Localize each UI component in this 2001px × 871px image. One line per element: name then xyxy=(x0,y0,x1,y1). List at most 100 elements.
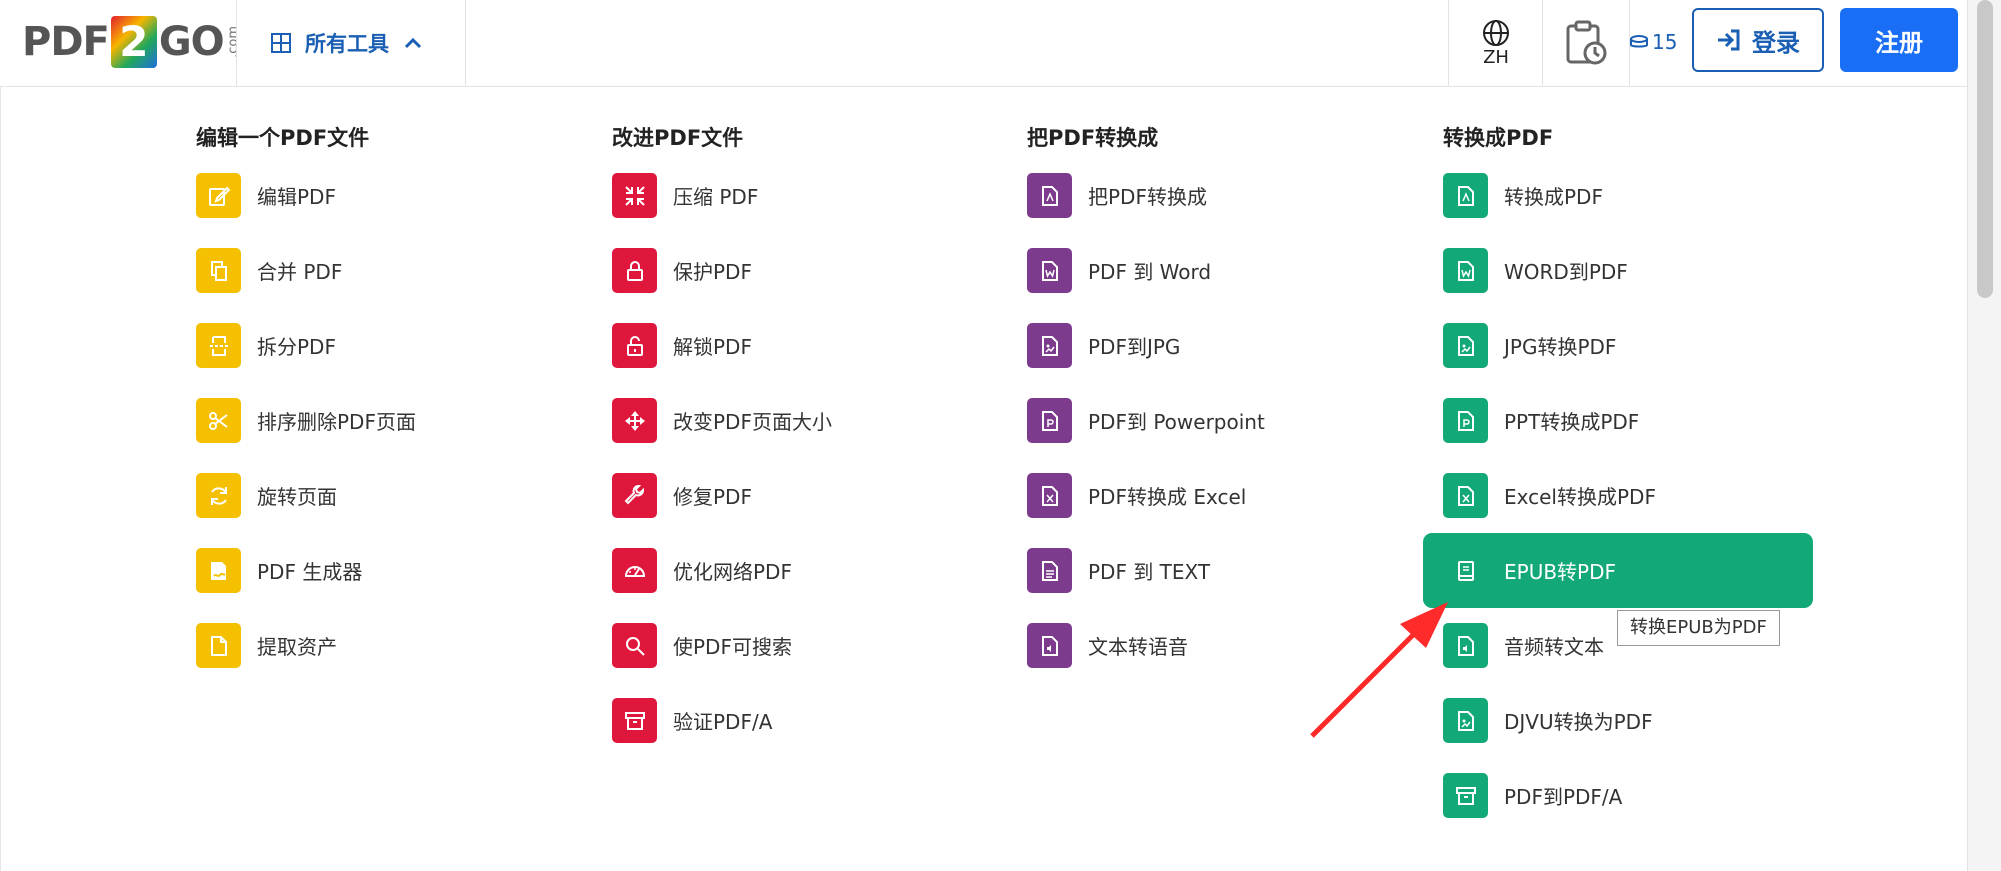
menu-item-pdf-convert[interactable]: 把PDF转换成 xyxy=(1027,158,1265,233)
menu-item-split-pdf[interactable]: 拆分PDF xyxy=(196,308,416,383)
menu-item-label: 旋转页面 xyxy=(257,485,337,509)
archive-icon xyxy=(612,698,657,743)
ppt-file-icon xyxy=(1443,398,1488,443)
column-title: 转换成PDF xyxy=(1443,126,1554,150)
book-icon xyxy=(1443,548,1488,593)
scissors-icon xyxy=(196,398,241,443)
column-convert-to-pdf: 转换成PDF 转换成PDF WORD到PDF JPG转换PDF PPT转换成PD… xyxy=(1423,118,1813,833)
rotate-icon xyxy=(196,473,241,518)
menu-item-label: JPG转换PDF xyxy=(1504,335,1617,359)
menu-item-label: 编辑PDF xyxy=(257,185,336,209)
menu-item-edit-pdf[interactable]: 编辑PDF xyxy=(196,158,416,233)
menu-item-label: PDF 生成器 xyxy=(257,560,363,584)
menu-item-pdf-to-excel[interactable]: PDF转换成 Excel xyxy=(1027,458,1265,533)
menu-item-compress-pdf[interactable]: 压缩 PDF xyxy=(612,158,832,233)
word-file-icon xyxy=(1027,248,1072,293)
column-improve-pdf: 改进PDF文件 压缩 PDF 保护PDF 解锁PDF 改变PDF页面大小 修复P… xyxy=(612,118,832,758)
edit-icon xyxy=(196,173,241,218)
menu-item-djvu-to-pdf[interactable]: DJVU转换为PDF xyxy=(1443,683,1813,758)
menu-item-epub-to-pdf[interactable]: EPUB转PDF xyxy=(1423,533,1813,608)
menu-item-unlock-pdf[interactable]: 解锁PDF xyxy=(612,308,832,383)
signup-label: 注册 xyxy=(1875,28,1923,57)
file-icon xyxy=(196,623,241,668)
login-label: 登录 xyxy=(1752,28,1800,57)
menu-item-resize-pages[interactable]: 改变PDF页面大小 xyxy=(612,383,832,458)
ppt-file-icon xyxy=(1027,398,1072,443)
menu-item-label: 把PDF转换成 xyxy=(1088,185,1207,209)
menu-item-label: WORD到PDF xyxy=(1504,260,1628,284)
excel-file-icon xyxy=(1027,473,1072,518)
menu-item-convert-to-pdf[interactable]: 转换成PDF xyxy=(1443,158,1813,233)
column-title: 编辑一个PDF文件 xyxy=(196,126,370,150)
image-file-icon xyxy=(1443,323,1488,368)
signup-button[interactable]: 注册 xyxy=(1840,8,1958,72)
login-button[interactable]: 登录 xyxy=(1692,8,1824,72)
menu-item-protect-pdf[interactable]: 保护PDF xyxy=(612,233,832,308)
menu-item-optimize-web-pdf[interactable]: 优化网络PDF xyxy=(612,533,832,608)
menu-item-pdf-to-powerpoint[interactable]: PDF到 Powerpoint xyxy=(1027,383,1265,458)
menu-item-label: 验证PDF/A xyxy=(673,710,773,734)
all-tools-label: 所有工具 xyxy=(305,32,389,56)
menu-item-label: PPT转换成PDF xyxy=(1504,410,1640,434)
search-icon xyxy=(612,623,657,668)
red-arrow-annotation xyxy=(1310,602,1448,738)
menu-item-pdf-to-jpg[interactable]: PDF到JPG xyxy=(1027,308,1265,383)
menu-item-label: PDF到JPG xyxy=(1088,335,1181,359)
menu-item-label: PDF转换成 Excel xyxy=(1088,485,1247,509)
pdf2go-logo[interactable]: PDF 2 GO .com xyxy=(22,14,241,70)
word-file-icon xyxy=(1443,248,1488,293)
menu-item-label: 文本转语音 xyxy=(1088,635,1188,659)
menu-item-label: 音频转文本 xyxy=(1504,635,1604,659)
menu-item-label: PDF 到 Word xyxy=(1088,260,1212,284)
menu-item-merge-pdf[interactable]: 合并 PDF xyxy=(196,233,416,308)
merge-icon xyxy=(196,248,241,293)
grid-icon xyxy=(271,33,291,53)
language-selector[interactable]: ZH xyxy=(1448,0,1543,86)
sign-in-icon xyxy=(1718,29,1740,51)
menu-item-label: 拆分PDF xyxy=(257,335,336,359)
menu-item-validate-pdfa[interactable]: 验证PDF/A xyxy=(612,683,832,758)
scrollbar-thumb[interactable] xyxy=(1977,0,1993,298)
menu-left-border xyxy=(0,86,1,871)
menu-item-word-to-pdf[interactable]: WORD到PDF xyxy=(1443,233,1813,308)
wrench-icon xyxy=(612,473,657,518)
column-title: 把PDF转换成 xyxy=(1027,126,1159,150)
menu-item-pdf-creator[interactable]: PDF 生成器 xyxy=(196,533,416,608)
menu-item-pdf-to-word[interactable]: PDF 到 Word xyxy=(1027,233,1265,308)
menu-item-excel-to-pdf[interactable]: Excel转换成PDF xyxy=(1443,458,1813,533)
menu-item-label: 合并 PDF xyxy=(257,260,343,284)
menu-item-pdf-to-text[interactable]: PDF 到 TEXT xyxy=(1027,533,1265,608)
audio-file-icon xyxy=(1027,623,1072,668)
history-button[interactable] xyxy=(1542,0,1630,86)
sign-icon xyxy=(196,548,241,593)
column-edit-pdf: 编辑一个PDF文件 编辑PDF 合并 PDF 拆分PDF 排序删除PDF页面 旋… xyxy=(196,118,416,683)
menu-item-jpg-to-pdf[interactable]: JPG转换PDF xyxy=(1443,308,1813,383)
vertical-scrollbar[interactable] xyxy=(1967,0,2001,871)
unlock-icon xyxy=(612,323,657,368)
epub-tooltip: 转换EPUB为PDF xyxy=(1617,610,1780,646)
menu-item-ppt-to-pdf[interactable]: PPT转换成PDF xyxy=(1443,383,1813,458)
column-title: 改进PDF文件 xyxy=(612,126,744,150)
menu-item-label: 修复PDF xyxy=(673,485,752,509)
menu-item-extract-assets[interactable]: 提取资产 xyxy=(196,608,416,683)
menu-item-label: 改变PDF页面大小 xyxy=(673,410,832,434)
menu-item-pdf-to-pdfa[interactable]: PDF到PDF/A xyxy=(1443,758,1813,833)
pdf-file-icon xyxy=(1027,173,1072,218)
all-tools-button[interactable]: 所有工具 xyxy=(236,0,466,86)
menu-item-label: 解锁PDF xyxy=(673,335,752,359)
image-file-icon xyxy=(1027,323,1072,368)
menu-item-label: 排序删除PDF页面 xyxy=(257,410,416,434)
menu-item-text-to-speech[interactable]: 文本转语音 xyxy=(1027,608,1265,683)
credits-counter[interactable]: 15 xyxy=(1630,24,1677,60)
language-code: ZH xyxy=(1483,46,1509,68)
logo-pdf-text: PDF xyxy=(22,19,110,65)
menu-item-label: 使PDF可搜索 xyxy=(673,635,792,659)
menu-item-label: Excel转换成PDF xyxy=(1504,485,1656,509)
menu-item-make-searchable[interactable]: 使PDF可搜索 xyxy=(612,608,832,683)
menu-item-repair-pdf[interactable]: 修复PDF xyxy=(612,458,832,533)
menu-item-sort-delete-pages[interactable]: 排序删除PDF页面 xyxy=(196,383,416,458)
chevron-up-icon xyxy=(404,37,422,49)
split-icon xyxy=(196,323,241,368)
menu-item-label: DJVU转换为PDF xyxy=(1504,710,1653,734)
menu-item-rotate-pages[interactable]: 旋转页面 xyxy=(196,458,416,533)
